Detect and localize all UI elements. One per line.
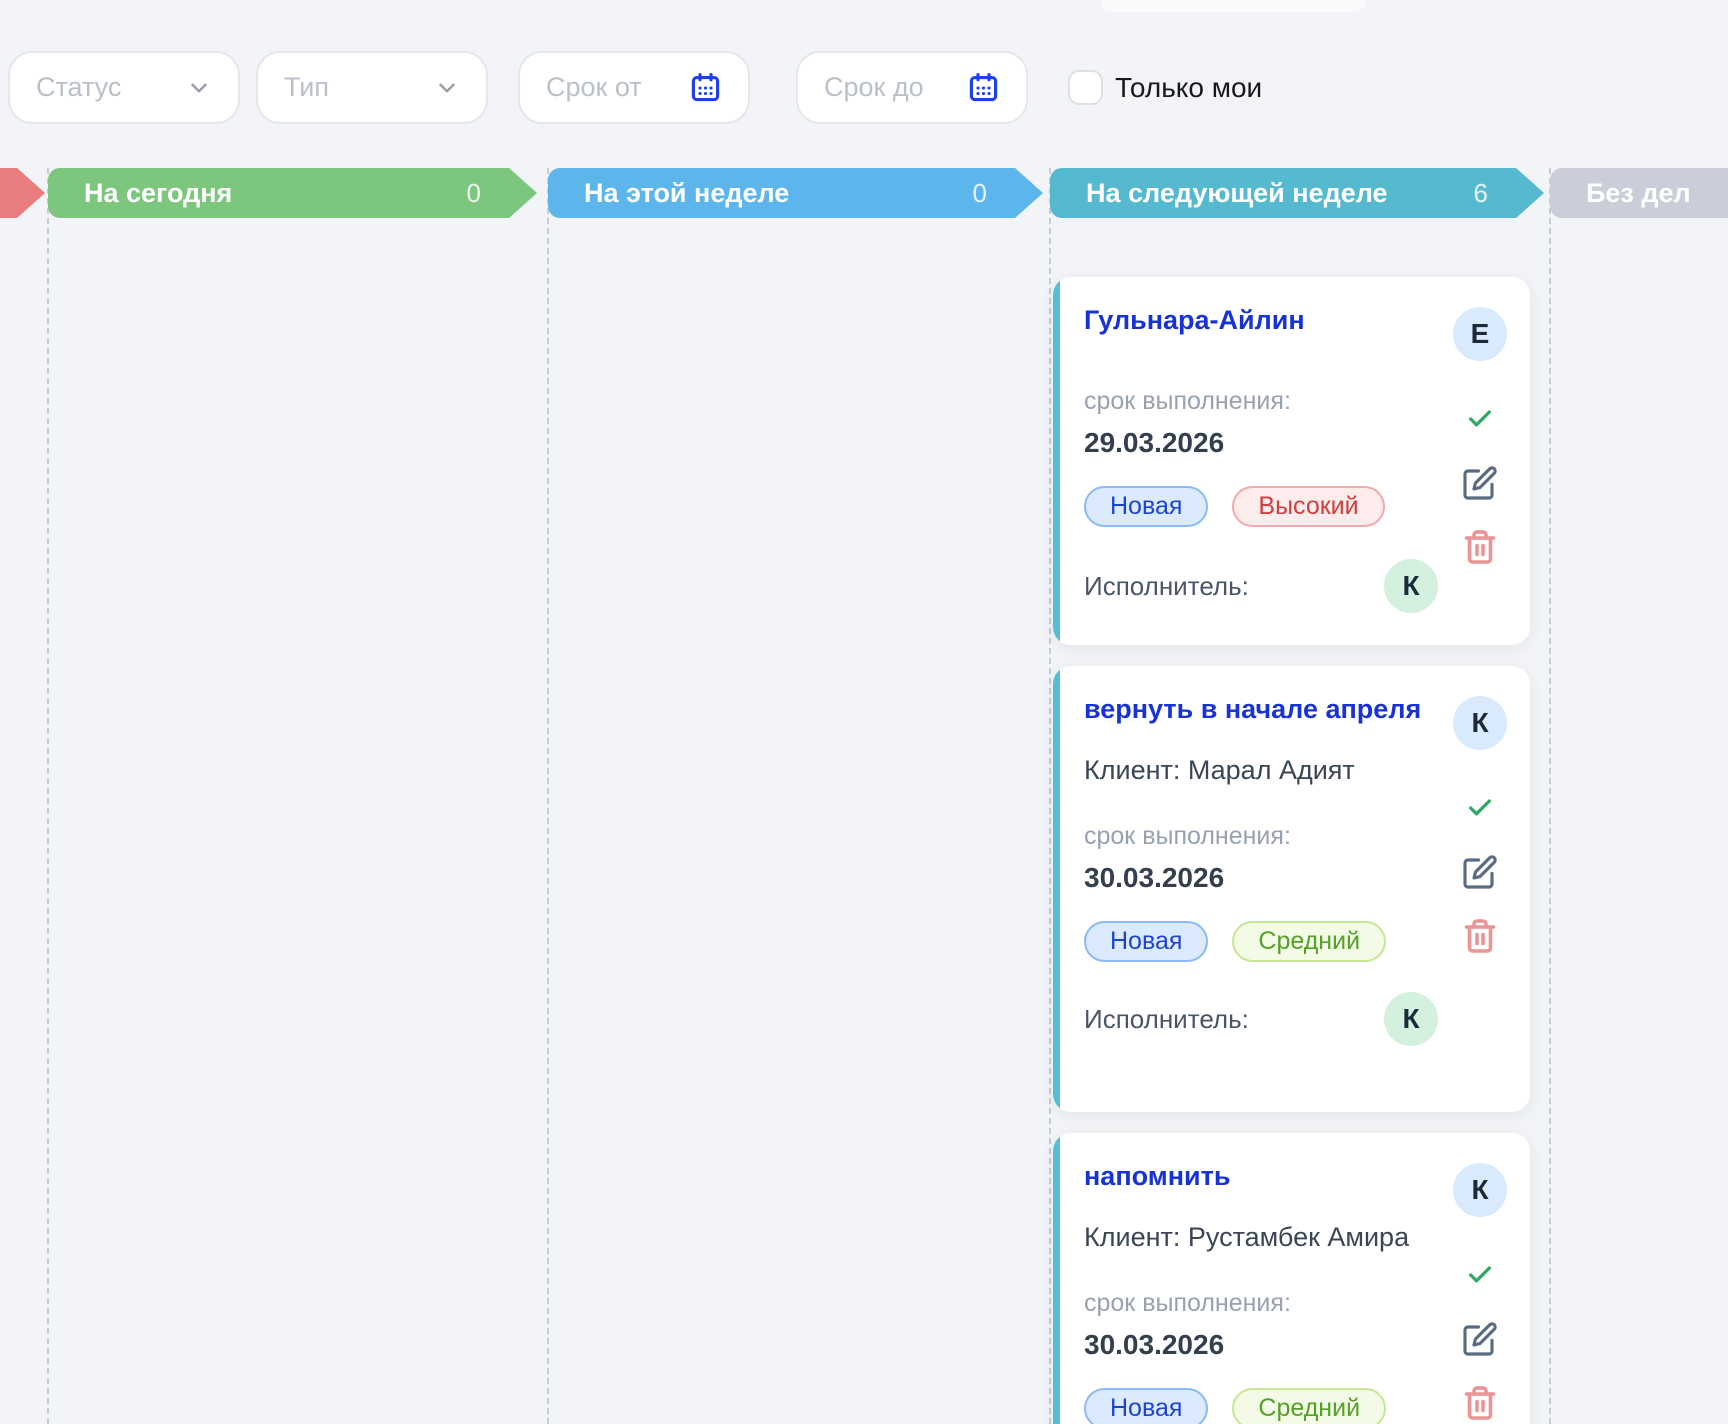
task-card-content: Гульнара-Айлин срок выполнения: 29.03.20… (1084, 303, 1452, 615)
column-header-this-week: На этой неделе 0 (548, 168, 1043, 218)
priority-badge: Средний (1232, 921, 1386, 962)
column-title: Без дел (1586, 178, 1691, 208)
column-separator (1049, 168, 1051, 1424)
badges-row: Новая Высокий (1084, 486, 1452, 527)
column-count: 0 (973, 168, 987, 218)
edit-task-icon[interactable] (1462, 1321, 1498, 1357)
column-title: На следующей неделе (1086, 178, 1388, 208)
edit-task-icon[interactable] (1462, 465, 1498, 501)
card-actions-rail: К (1452, 1159, 1508, 1424)
column-count: 0 (467, 168, 481, 218)
task-card[interactable]: Гульнара-Айлин срок выполнения: 29.03.20… (1053, 277, 1530, 645)
due-label: срок выполнения: (1084, 1288, 1452, 1319)
task-card[interactable]: вернуть в начале апреля Клиент: Марал Ад… (1053, 666, 1530, 1112)
column-title: На этой неделе (584, 178, 789, 208)
priority-badge: Средний (1232, 1388, 1386, 1424)
date-from-filter[interactable]: Срок от (518, 51, 750, 124)
delete-task-icon[interactable] (1462, 916, 1498, 956)
task-title-link[interactable]: напомнить (1084, 1159, 1452, 1194)
column-title: На сегодня (84, 178, 232, 208)
column-header-next-week: На следующей неделе 6 (1050, 168, 1544, 218)
chevron-down-icon (434, 75, 460, 101)
date-from-placeholder: Срок от (546, 72, 642, 103)
column-separator (1549, 168, 1551, 1424)
status-badge: Новая (1084, 1388, 1208, 1424)
assignee-label: Исполнитель: (1084, 571, 1249, 602)
only-mine-toggle[interactable]: Только мои (1068, 70, 1262, 105)
column-header-no-tasks: Без дел (1550, 168, 1728, 218)
task-title-link[interactable]: вернуть в начале апреля (1084, 692, 1452, 727)
column-count: 6 (1474, 168, 1488, 218)
task-board-screen: Статус Тип Срок от Срок до (0, 0, 1728, 1424)
task-card[interactable]: напомнить Клиент: Рустамбек Амира срок в… (1053, 1133, 1530, 1424)
column-header-overdue (0, 168, 45, 218)
card-actions-rail: К (1452, 692, 1508, 1082)
badges-row: Новая Средний (1084, 1388, 1452, 1424)
priority-badge: Высокий (1232, 486, 1384, 527)
task-title-link[interactable]: Гульнара-Айлин (1084, 303, 1452, 338)
assignee-row: Исполнитель: К (1084, 992, 1452, 1046)
column-separator (47, 168, 49, 1424)
client-line: Клиент: Рустамбек Амира (1084, 1220, 1452, 1254)
delete-task-icon[interactable] (1462, 527, 1498, 567)
calendar-icon (967, 71, 1000, 104)
only-mine-label: Только мои (1115, 72, 1262, 104)
status-filter-placeholder: Статус (36, 72, 121, 103)
card-actions-rail: Е (1452, 303, 1508, 615)
assignee-avatar: К (1384, 559, 1438, 613)
due-date: 30.03.2026 (1084, 860, 1452, 895)
edit-task-icon[interactable] (1462, 854, 1498, 890)
task-card-content: вернуть в начале апреля Клиент: Марал Ад… (1084, 692, 1452, 1082)
status-badge: Новая (1084, 486, 1208, 527)
only-mine-checkbox[interactable] (1068, 70, 1103, 105)
status-badge: Новая (1084, 921, 1208, 962)
type-filter-placeholder: Тип (284, 72, 329, 103)
assignee-avatar: К (1384, 992, 1438, 1046)
client-line: Клиент: Марал Адият (1084, 753, 1452, 787)
delete-task-icon[interactable] (1462, 1383, 1498, 1423)
due-date: 29.03.2026 (1084, 425, 1452, 460)
column-separator (547, 168, 549, 1424)
due-date: 30.03.2026 (1084, 1327, 1452, 1362)
status-filter-select[interactable]: Статус (8, 51, 240, 124)
assignee-row: Исполнитель: К (1084, 559, 1452, 613)
due-label: срок выполнения: (1084, 386, 1452, 417)
type-filter-select[interactable]: Тип (256, 51, 488, 124)
column-header-today: На сегодня 0 (48, 168, 537, 218)
task-card-content: напомнить Клиент: Рустамбек Амира срок в… (1084, 1159, 1452, 1424)
date-to-placeholder: Срок до (824, 72, 924, 103)
complete-task-icon[interactable] (1464, 794, 1496, 822)
calendar-icon (689, 71, 722, 104)
due-label: срок выполнения: (1084, 821, 1452, 852)
owner-avatar: К (1453, 696, 1507, 750)
assignee-label: Исполнитель: (1084, 1004, 1249, 1035)
owner-avatar: К (1453, 1163, 1507, 1217)
owner-avatar: Е (1453, 307, 1507, 361)
chevron-down-icon (186, 75, 212, 101)
date-to-filter[interactable]: Срок до (796, 51, 1028, 124)
complete-task-icon[interactable] (1464, 405, 1496, 433)
filter-bar: Статус Тип Срок от Срок до (0, 0, 1728, 140)
complete-task-icon[interactable] (1464, 1261, 1496, 1289)
badges-row: Новая Средний (1084, 921, 1452, 962)
